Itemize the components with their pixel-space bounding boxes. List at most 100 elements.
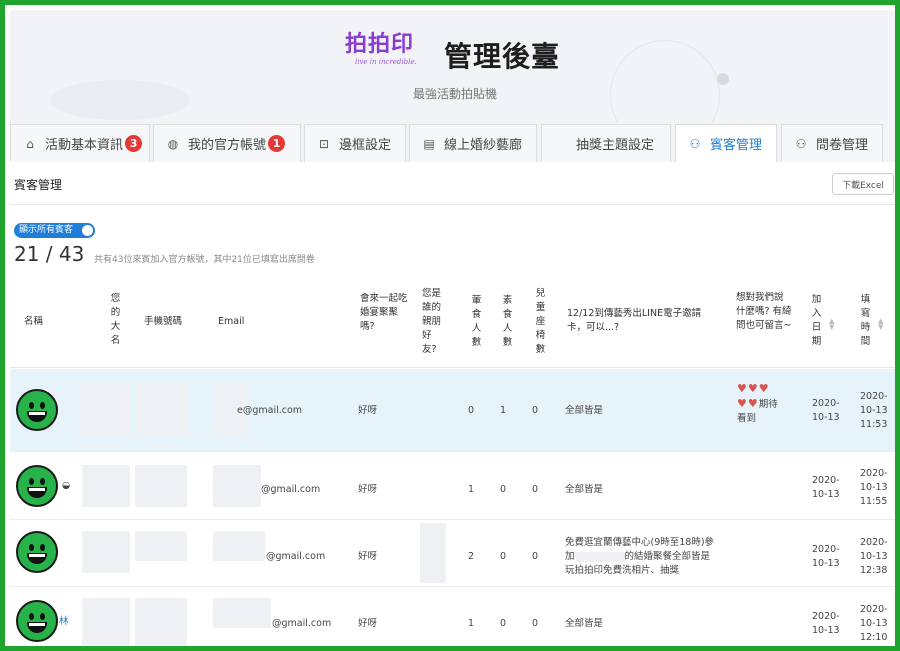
name-value: 林 xyxy=(59,616,69,627)
notification-badge: 3 xyxy=(125,135,143,152)
apple-icon xyxy=(554,137,568,151)
table-row[interactable]: 林 @gmail.com 好呀 1 0 0 全部皆是 2020- 10-13 20… xyxy=(10,588,895,646)
section-title: 賓客管理 xyxy=(14,178,63,192)
table-row[interactable]: ◒ @gmail.com 好呀 1 0 0 全部皆是 2020- 10-13 20… xyxy=(10,453,895,520)
tab-label: 抽獎主題設定 xyxy=(576,138,655,153)
column-email[interactable]: Email xyxy=(218,315,244,329)
decoration-dot xyxy=(717,73,729,85)
redacted-name xyxy=(82,465,130,507)
q1-value: 免費逛宜蘭傳藝中心(9時至18時)參 加的結婚聚餐全部皆是 玩拍拍印免費洗相片、… xyxy=(565,537,715,576)
tab-lottery-theme[interactable]: 抽獎主題設定 xyxy=(541,124,671,162)
filled-time-value: 2020- 10-13 11:53 xyxy=(860,391,888,430)
q1-value: 全部皆是 xyxy=(565,484,604,495)
users-icon: ⚇ xyxy=(689,136,701,151)
column-name[interactable]: 名稱 xyxy=(24,315,43,329)
redacted-phone xyxy=(135,598,187,646)
redacted-name xyxy=(80,383,130,435)
q1-value: 全部皆是 xyxy=(565,405,604,416)
table-row[interactable]: @gmail.com 好呀 2 0 0 免費逛宜蘭傳藝中心(9時至18時)參 加… xyxy=(10,521,895,587)
tab-label: 邊框設定 xyxy=(339,138,392,153)
joined-date-value: 2020- 10-13 xyxy=(812,398,840,423)
child-value: 0 xyxy=(531,618,539,629)
filled-time-value: 2020- 10-13 12:38 xyxy=(860,537,888,576)
divider xyxy=(10,204,895,205)
tab-wedding-gallery[interactable]: ▤ 線上婚紗藝廊 xyxy=(409,124,537,162)
download-excel-button[interactable]: 下載Excel xyxy=(832,173,894,195)
redacted-name xyxy=(82,598,130,646)
joined-date-value: 2020- 10-13 xyxy=(812,544,840,569)
tab-label: 問卷管理 xyxy=(816,138,869,153)
column-child[interactable]: 兒童座椅數 xyxy=(535,287,546,357)
tab-bar: ⌂ 活動基本資訊 3 ◍ 我的官方帳號 1 ⊡ 邊框設定 ▤ 線上婚紗藝廊 抽獎… xyxy=(10,122,895,162)
meat-value: 1 xyxy=(467,618,475,629)
veg-value: 0 xyxy=(499,484,507,495)
logo-text: 拍拍印 xyxy=(345,31,415,57)
users-icon: ⚇ xyxy=(795,136,807,151)
column-q1[interactable]: 12/12到傳藝秀出LINE電子邀請卡，可以...? xyxy=(567,307,707,335)
page-header: 拍拍印 live in incredible. 管理後臺 最強活動拍貼機 xyxy=(10,10,895,150)
smiley-avatar xyxy=(16,600,58,642)
admin-page: 拍拍印 live in incredible. 管理後臺 最強活動拍貼機 ⌂ 活… xyxy=(10,10,895,646)
brand-logo[interactable]: 拍拍印 live in incredible. xyxy=(345,32,437,78)
message-value: ♥♥♥ ♥♥期待 看到 xyxy=(737,382,778,424)
globe-icon: ◍ xyxy=(167,136,179,151)
attend-value: 好呀 xyxy=(358,405,378,416)
attend-value: 好呀 xyxy=(358,618,378,629)
table-header: 名稱 您的大名 手機號碼 Email 會來一起吃婚宴聚聚嗎? 您是誰的親朋好友?… xyxy=(10,278,895,368)
filled-time-value: 2020- 10-13 12:10 xyxy=(860,604,888,643)
column-real-name[interactable]: 您的大名 xyxy=(110,292,121,348)
column-phone[interactable]: 手機號碼 xyxy=(144,315,182,329)
frame-icon: ⊡ xyxy=(318,136,330,151)
tab-frame-settings[interactable]: ⊡ 邊框設定 xyxy=(304,124,406,162)
meat-value: 2 xyxy=(467,551,475,562)
guest-count: 21 / 43 xyxy=(14,242,85,266)
column-filled-time[interactable]: 填寫時間 xyxy=(860,293,871,349)
tab-event-info[interactable]: ⌂ 活動基本資訊 3 xyxy=(10,124,150,162)
sort-icon[interactable]: ▲ ▼ xyxy=(829,318,834,331)
q1-value: 全部皆是 xyxy=(565,618,604,629)
toggle-knob xyxy=(82,225,93,236)
notification-badge: 1 xyxy=(268,135,286,152)
meat-value: 0 xyxy=(467,405,475,416)
toggle-label: 顯示所有賓客 xyxy=(19,225,74,235)
redacted-email xyxy=(213,531,265,561)
tab-label: 線上婚紗藝廊 xyxy=(444,138,523,153)
tab-survey-management[interactable]: ⚇ 問卷管理 xyxy=(781,124,883,162)
child-value: 0 xyxy=(531,551,539,562)
column-message[interactable]: 想對我們說什麼嗎? 有綺問也可留言~ xyxy=(736,291,792,333)
show-all-guests-toggle[interactable]: 顯示所有賓客 xyxy=(14,223,95,238)
joined-date-value: 2020- 10-13 xyxy=(812,611,840,636)
smiley-avatar xyxy=(16,531,58,573)
guest-count-note: 共有43位來賓加入官方帳號，其中21位已填寫出席問卷 xyxy=(94,255,315,265)
column-veg[interactable]: 素食人數 xyxy=(502,294,513,350)
name-emoji-icon: ◒ xyxy=(62,480,71,491)
redacted-phone xyxy=(135,531,187,561)
sort-icon[interactable]: ▲ ▼ xyxy=(878,318,883,331)
attend-value: 好呀 xyxy=(358,551,378,562)
column-attend[interactable]: 會來一起吃婚宴聚聚嗎? xyxy=(360,292,408,334)
home-icon: ⌂ xyxy=(26,136,34,151)
column-joined-date[interactable]: 加入日期 xyxy=(811,293,822,349)
tab-guest-management[interactable]: ⚇ 賓客管理 xyxy=(675,124,777,162)
table-row[interactable]: e@gmail.com 好呀 0 1 0 全部皆是 ♥♥♥ ♥♥期待 看到 20… xyxy=(10,369,895,452)
attend-value: 好呀 xyxy=(358,484,378,495)
smiley-avatar xyxy=(16,465,58,507)
heart-icon: ♥♥ xyxy=(737,397,759,410)
child-value: 0 xyxy=(531,484,539,495)
redacted-name xyxy=(82,531,130,573)
joined-date-value: 2020- 10-13 xyxy=(812,475,840,500)
heart-icon: ♥♥♥ xyxy=(737,382,770,395)
column-relation[interactable]: 您是誰的親朋好友? xyxy=(422,287,446,357)
column-meat[interactable]: 葷食人數 xyxy=(471,294,482,350)
email-value: @gmail.com xyxy=(266,551,326,562)
meat-value: 1 xyxy=(467,484,475,495)
logo-tagline: live in incredible. xyxy=(355,58,417,66)
tab-official-account[interactable]: ◍ 我的官方帳號 1 xyxy=(153,124,301,162)
redacted-phone xyxy=(135,383,187,435)
veg-value: 0 xyxy=(499,618,507,629)
veg-value: 1 xyxy=(499,405,507,416)
tab-label: 賓客管理 xyxy=(710,138,763,153)
email-value: @gmail.com xyxy=(261,484,321,495)
filled-time-value: 2020- 10-13 11:55 xyxy=(860,468,888,507)
redacted-email xyxy=(213,465,261,507)
